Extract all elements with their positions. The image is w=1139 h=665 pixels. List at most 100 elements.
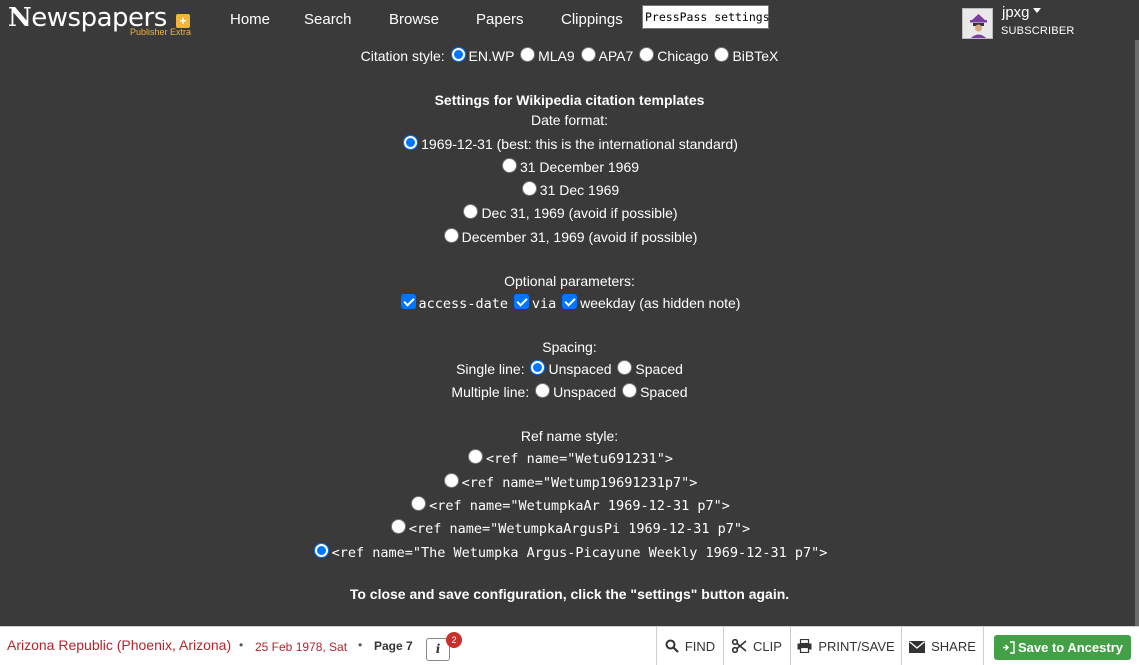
date-option-row: 31 Dec 1969	[0, 181, 1139, 199]
radio-label: Dec 31, 1969 (avoid if possible)	[481, 205, 678, 221]
refname-option-row: <ref name="The Wetumpka Argus-Picayune W…	[0, 543, 1139, 562]
radio-single-spaced[interactable]	[617, 360, 633, 375]
spy-avatar-icon	[963, 9, 992, 38]
presspass-settings-button[interactable]: PressPass settings	[642, 5, 770, 29]
radio-multiple-unspaced[interactable]	[535, 383, 551, 398]
nav-search[interactable]: Search	[304, 11, 352, 28]
issue-date-link[interactable]: 25 Feb 1978, Sat	[255, 640, 347, 654]
refname-option-row: <ref name="Wetu691231">	[0, 449, 1139, 468]
viewer-toolbar: Arizona Republic (Phoenix, Arizona) • 25…	[0, 626, 1139, 665]
radio-refname-2[interactable]	[443, 473, 459, 488]
radio-label: Spaced	[635, 361, 683, 377]
share-button[interactable]: SHARE	[901, 627, 983, 665]
date-option-row: December 31, 1969 (avoid if possible)	[0, 228, 1139, 246]
radio-label: <ref name="WetumpkaAr 1969-12-31 p7">	[429, 498, 730, 514]
spacing-label: Spacing:	[542, 339, 597, 355]
radio-label: 31 December 1969	[519, 159, 640, 175]
plus-icon: +	[176, 14, 190, 28]
refname-option-row: <ref name="WetumpkaAr 1969-12-31 p7">	[0, 496, 1139, 515]
separator: •	[358, 638, 363, 652]
optional-parameters-row: access-date via weekday (as hidden note)	[0, 294, 1139, 313]
radio-label: <ref name="Wetump19691231p7">	[461, 475, 698, 491]
radio-label: BiBTeX	[732, 48, 779, 64]
radio-refname-3[interactable]	[411, 496, 427, 511]
radio-refname-4[interactable]	[390, 519, 406, 534]
info-icon: i	[435, 642, 441, 656]
single-line-label: Single line:	[456, 361, 525, 377]
radio-single-unspaced[interactable]	[530, 360, 546, 375]
nav-home[interactable]: Home	[230, 11, 270, 28]
checkbox-label: access-date	[418, 296, 508, 312]
radio-label: <ref name="The Wetumpka Argus-Picayune W…	[331, 545, 828, 561]
save-to-ancestry-button[interactable]: Save to Ancestry	[994, 635, 1131, 660]
publisher-extra-label: Publisher Extra	[130, 27, 192, 37]
top-navbar: Newspapers + Publisher Extra Home Search…	[0, 0, 1139, 40]
radio-label: Chicago	[657, 48, 709, 64]
checkbox-label: via	[531, 296, 557, 312]
search-icon	[665, 629, 679, 665]
radio-label: Unspaced	[553, 384, 617, 400]
wikipedia-settings-heading: Settings for Wikipedia citation template…	[434, 92, 705, 108]
radio-citation-chicago[interactable]	[639, 47, 655, 62]
envelope-icon	[909, 629, 926, 665]
radio-citation-enwp[interactable]	[450, 47, 466, 62]
refname-option-row: <ref name="WetumpkaArgusPi 1969-12-31 p7…	[0, 519, 1139, 538]
username-label: jpxg	[1002, 4, 1030, 21]
printer-icon	[797, 629, 812, 665]
clip-label: CLIP	[753, 639, 782, 654]
radio-date-dmy-short[interactable]	[521, 181, 537, 196]
newspapers-logo[interactable]: Newspapers + Publisher Extra	[8, 3, 194, 37]
radio-date-dmy-long[interactable]	[501, 158, 517, 173]
citation-style-row: Citation style: EN.WP MLA9 APA7 Chicago …	[0, 47, 1139, 65]
clip-button[interactable]: CLIP	[723, 627, 790, 665]
single-line-spacing-row: Single line: Unspaced Spaced	[0, 360, 1139, 378]
radio-citation-mla9[interactable]	[520, 47, 536, 62]
multiple-line-spacing-row: Multiple line: Unspaced Spaced	[0, 383, 1139, 401]
ancestry-leaf-icon	[1002, 637, 1015, 662]
radio-refname-5[interactable]	[313, 543, 329, 558]
radio-label: 31 Dec 1969	[539, 182, 620, 198]
radio-label: APA7	[598, 48, 634, 64]
radio-label: <ref name="WetumpkaArgusPi 1969-12-31 p7…	[408, 521, 751, 537]
nav-papers[interactable]: Papers	[476, 11, 524, 28]
radio-label: <ref name="Wetu691231">	[486, 451, 673, 467]
close-save-note: To close and save configuration, click t…	[349, 586, 790, 602]
radio-multiple-spaced[interactable]	[622, 383, 638, 398]
multiple-line-label: Multiple line:	[451, 384, 530, 400]
optional-parameters-label: Optional parameters:	[504, 273, 635, 289]
radio-label: 1969-12-31 (best: this is the internatio…	[421, 136, 738, 152]
radio-date-mdy-short[interactable]	[463, 204, 479, 219]
notification-badge: 2	[446, 632, 462, 648]
print-save-button[interactable]: PRINT/SAVE	[790, 627, 901, 665]
find-label: FIND	[684, 639, 716, 654]
date-option-row: 31 December 1969	[0, 158, 1139, 176]
radio-date-iso[interactable]	[403, 135, 419, 150]
citation-style-label: Citation style:	[360, 48, 445, 64]
newspaper-title-link[interactable]: Arizona Republic (Phoenix, Arizona)	[7, 637, 231, 653]
checkbox-via[interactable]	[513, 294, 529, 309]
ref-name-style-label: Ref name style:	[520, 428, 619, 444]
user-avatar[interactable]	[962, 8, 993, 39]
refname-option-row: <ref name="Wetump19691231p7">	[0, 473, 1139, 492]
radio-citation-bibtex[interactable]	[714, 47, 730, 62]
page-number: Page 7	[374, 639, 413, 653]
find-button[interactable]: FIND	[656, 627, 723, 665]
checkbox-access-date[interactable]	[400, 294, 416, 309]
radio-citation-apa7[interactable]	[580, 47, 596, 62]
nav-browse[interactable]: Browse	[389, 11, 439, 28]
date-format-label: Date format:	[530, 112, 609, 128]
radio-label: MLA9	[538, 48, 575, 64]
radio-label: EN.WP	[468, 48, 515, 64]
date-option-row: Dec 31, 1969 (avoid if possible)	[0, 204, 1139, 222]
radio-label: Spaced	[640, 384, 688, 400]
radio-label: Unspaced	[548, 361, 612, 377]
date-option-row: 1969-12-31 (best: this is the internatio…	[0, 135, 1139, 153]
nav-clippings[interactable]: Clippings	[561, 11, 623, 28]
separator: •	[239, 638, 244, 652]
checkbox-weekday[interactable]	[562, 294, 578, 309]
user-menu[interactable]: jpxg	[1002, 4, 1041, 21]
caret-down-icon	[1032, 7, 1041, 13]
radio-refname-1[interactable]	[468, 449, 484, 464]
radio-date-mdy-long[interactable]	[443, 228, 459, 243]
subscriber-tag: SUBSCRIBER	[1001, 25, 1075, 37]
